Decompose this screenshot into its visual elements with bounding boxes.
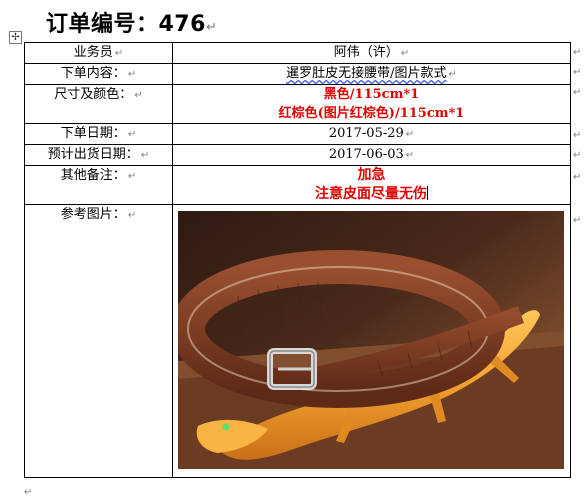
row-end-mark: ↵ xyxy=(573,172,582,183)
table-row: 参考图片： ↵ xyxy=(24,204,571,478)
table-row: 尺寸及颜色： ↵ 黑色/115cm*1 红棕色(图片红棕色)/115cm*1 xyxy=(24,84,571,124)
table-row: 下单日期： ↵ 2017-05-29 ↵ xyxy=(24,123,571,145)
value-order-date: 2017-05-29 ↵ xyxy=(172,123,571,145)
value-size-color: 黑色/115cm*1 红棕色(图片红棕色)/115cm*1 xyxy=(172,84,571,124)
row-end-mark: ↵ xyxy=(573,47,582,58)
paragraph-end-mark: ↵ xyxy=(24,487,33,498)
label-order-content: 下单内容： ↵ xyxy=(24,63,173,85)
label-ship-date: 预计出货日期： ↵ xyxy=(24,144,173,166)
value-order-content: 暹罗肚皮无接腰带/图片款式 ↵ xyxy=(172,63,571,85)
table-row: 业务员 ↵ 阿伟（许） ↵ xyxy=(24,42,571,64)
order-table: 业务员 ↵ 阿伟（许） ↵ 下单内容： ↵ 暹罗肚皮无接腰带/图片款式 ↵ 尺寸及颜色：… xyxy=(24,42,571,478)
table-row: 其他备注： ↵ 加急 注意皮面尽量无伤 xyxy=(24,165,571,205)
order-number-title: 订单编号：476↵ xyxy=(46,12,218,37)
row-end-mark: ↵ xyxy=(573,130,582,141)
row-end-mark: ↵ xyxy=(573,87,582,98)
label-remarks: 其他备注： ↵ xyxy=(24,165,173,205)
reference-image-cell xyxy=(172,204,571,478)
value-salesperson: 阿伟（许） ↵ xyxy=(172,42,571,64)
table-move-handle-icon[interactable]: ✢ xyxy=(9,31,22,44)
row-end-mark: ↵ xyxy=(573,67,582,78)
label-order-date: 下单日期： ↵ xyxy=(24,123,173,145)
size-color-line-1: 黑色/115cm*1 xyxy=(323,87,420,102)
label-reference-image: 参考图片： ↵ xyxy=(24,204,173,478)
value-remarks: 加急 注意皮面尽量无伤 xyxy=(172,165,571,205)
size-color-line-2: 红棕色(图片红棕色)/115cm*1 xyxy=(278,106,465,121)
value-ship-date: 2017-06-03 ↵ xyxy=(172,144,571,166)
table-row: 预计出货日期： ↵ 2017-06-03 ↵ xyxy=(24,144,571,166)
text-cursor xyxy=(427,186,428,200)
remark-line-2: 注意皮面尽量无伤 xyxy=(315,186,428,202)
label-salesperson: 业务员 ↵ xyxy=(24,42,173,64)
label-size-color: 尺寸及颜色： ↵ xyxy=(24,84,173,124)
row-end-mark: ↵ xyxy=(573,215,582,226)
reference-photo[interactable] xyxy=(178,211,564,469)
table-row: 下单内容： ↵ 暹罗肚皮无接腰带/图片款式 ↵ xyxy=(24,63,571,85)
remark-line-1: 加急 xyxy=(357,167,386,183)
row-end-mark: ↵ xyxy=(573,150,582,161)
